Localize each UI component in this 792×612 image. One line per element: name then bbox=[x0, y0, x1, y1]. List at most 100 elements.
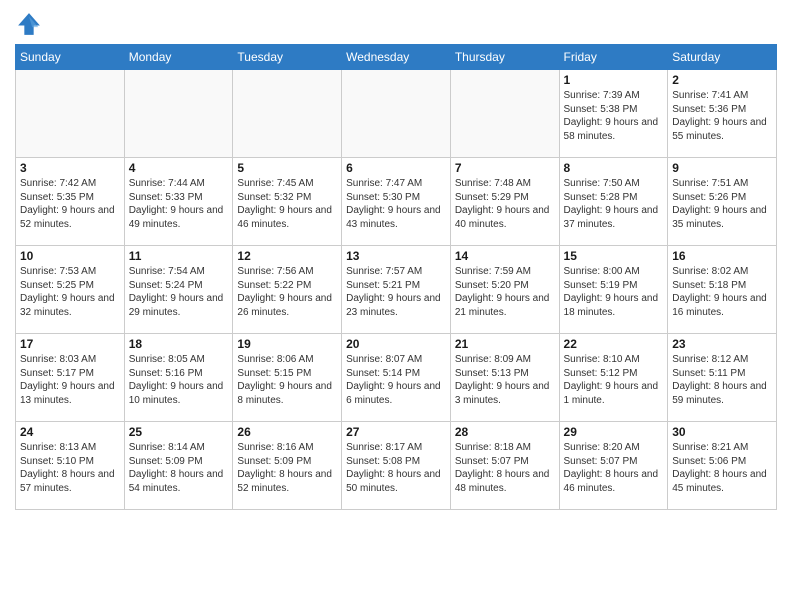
day-number: 21 bbox=[455, 337, 555, 351]
day-number: 2 bbox=[672, 73, 772, 87]
calendar-day-cell: 18 Sunrise: 8:05 AMSunset: 5:16 PMDayligh… bbox=[124, 334, 233, 422]
calendar-day-cell: 25 Sunrise: 8:14 AMSunset: 5:09 PMDayligh… bbox=[124, 422, 233, 510]
day-number: 16 bbox=[672, 249, 772, 263]
calendar-day-cell: 13 Sunrise: 7:57 AMSunset: 5:21 PMDayligh… bbox=[342, 246, 451, 334]
calendar-day-cell bbox=[233, 70, 342, 158]
weekday-header-wednesday: Wednesday bbox=[342, 45, 451, 70]
day-info: Sunrise: 7:56 AMSunset: 5:22 PMDaylight:… bbox=[237, 265, 337, 319]
calendar-day-cell: 10 Sunrise: 7:53 AMSunset: 5:25 PMDayligh… bbox=[16, 246, 125, 334]
calendar-day-cell: 14 Sunrise: 7:59 AMSunset: 5:20 PMDayligh… bbox=[450, 246, 559, 334]
day-info: Sunrise: 7:51 AMSunset: 5:26 PMDaylight:… bbox=[672, 177, 772, 231]
day-number: 19 bbox=[237, 337, 337, 351]
weekday-header-monday: Monday bbox=[124, 45, 233, 70]
calendar-week-row: 10 Sunrise: 7:53 AMSunset: 5:25 PMDayligh… bbox=[16, 246, 777, 334]
calendar-day-cell: 7Sunrise: 7:48 AMSunset: 5:29 PMDaylight… bbox=[450, 158, 559, 246]
calendar-day-cell: 20 Sunrise: 8:07 AMSunset: 5:14 PMDayligh… bbox=[342, 334, 451, 422]
calendar-day-cell: 24 Sunrise: 8:13 AMSunset: 5:10 PMDayligh… bbox=[16, 422, 125, 510]
day-number: 24 bbox=[20, 425, 120, 439]
day-info: Sunrise: 8:10 AMSunset: 5:12 PMDaylight:… bbox=[564, 353, 664, 407]
day-info: Sunrise: 8:18 AMSunset: 5:07 PMDaylight:… bbox=[455, 441, 555, 495]
calendar-day-cell: 5 Sunrise: 7:45 AMSunset: 5:32 PMDaylight… bbox=[233, 158, 342, 246]
day-info: Sunrise: 7:42 AMSunset: 5:35 PMDaylight:… bbox=[20, 177, 120, 231]
calendar-day-cell: 15Sunrise: 8:00 AMSunset: 5:19 PMDayligh… bbox=[559, 246, 668, 334]
day-number: 9 bbox=[672, 161, 772, 175]
calendar-day-cell: 1 Sunrise: 7:39 AMSunset: 5:38 PMDaylight… bbox=[559, 70, 668, 158]
day-number: 29 bbox=[564, 425, 664, 439]
calendar-day-cell: 8 Sunrise: 7:50 AMSunset: 5:28 PMDaylight… bbox=[559, 158, 668, 246]
calendar-day-cell: 12 Sunrise: 7:56 AMSunset: 5:22 PMDayligh… bbox=[233, 246, 342, 334]
day-number: 23 bbox=[672, 337, 772, 351]
day-info: Sunrise: 7:50 AMSunset: 5:28 PMDaylight:… bbox=[564, 177, 664, 231]
calendar-day-cell: 2Sunrise: 7:41 AMSunset: 5:36 PMDaylight… bbox=[668, 70, 777, 158]
calendar-day-cell: 17 Sunrise: 8:03 AMSunset: 5:17 PMDayligh… bbox=[16, 334, 125, 422]
day-number: 13 bbox=[346, 249, 446, 263]
day-info: Sunrise: 7:53 AMSunset: 5:25 PMDaylight:… bbox=[20, 265, 120, 319]
page: SundayMondayTuesdayWednesdayThursdayFrid… bbox=[0, 0, 792, 525]
day-info: Sunrise: 7:47 AMSunset: 5:30 PMDaylight:… bbox=[346, 177, 446, 231]
logo-icon bbox=[15, 10, 43, 38]
day-number: 14 bbox=[455, 249, 555, 263]
calendar-day-cell bbox=[124, 70, 233, 158]
day-number: 5 bbox=[237, 161, 337, 175]
calendar-day-cell: 30Sunrise: 8:21 AMSunset: 5:06 PMDayligh… bbox=[668, 422, 777, 510]
calendar-day-cell: 26 Sunrise: 8:16 AMSunset: 5:09 PMDayligh… bbox=[233, 422, 342, 510]
calendar-day-cell: 23 Sunrise: 8:12 AMSunset: 5:11 PMDayligh… bbox=[668, 334, 777, 422]
day-number: 10 bbox=[20, 249, 120, 263]
calendar-day-cell: 6 Sunrise: 7:47 AMSunset: 5:30 PMDaylight… bbox=[342, 158, 451, 246]
day-number: 27 bbox=[346, 425, 446, 439]
calendar-day-cell: 16Sunrise: 8:02 AMSunset: 5:18 PMDayligh… bbox=[668, 246, 777, 334]
day-info: Sunrise: 8:12 AMSunset: 5:11 PMDaylight:… bbox=[672, 353, 772, 407]
weekday-header-tuesday: Tuesday bbox=[233, 45, 342, 70]
day-info: Sunrise: 8:20 AMSunset: 5:07 PMDaylight:… bbox=[564, 441, 664, 495]
calendar-week-row: 17 Sunrise: 8:03 AMSunset: 5:17 PMDayligh… bbox=[16, 334, 777, 422]
day-info: Sunrise: 8:09 AMSunset: 5:13 PMDaylight:… bbox=[455, 353, 555, 407]
weekday-header-friday: Friday bbox=[559, 45, 668, 70]
day-info: Sunrise: 8:14 AMSunset: 5:09 PMDaylight:… bbox=[129, 441, 229, 495]
calendar-day-cell: 22 Sunrise: 8:10 AMSunset: 5:12 PMDayligh… bbox=[559, 334, 668, 422]
day-number: 17 bbox=[20, 337, 120, 351]
day-info: Sunrise: 7:39 AMSunset: 5:38 PMDaylight:… bbox=[564, 89, 664, 143]
day-info: Sunrise: 8:16 AMSunset: 5:09 PMDaylight:… bbox=[237, 441, 337, 495]
day-info: Sunrise: 7:44 AMSunset: 5:33 PMDaylight:… bbox=[129, 177, 229, 231]
day-number: 12 bbox=[237, 249, 337, 263]
calendar-day-cell: 27 Sunrise: 8:17 AMSunset: 5:08 PMDayligh… bbox=[342, 422, 451, 510]
weekday-header-thursday: Thursday bbox=[450, 45, 559, 70]
day-info: Sunrise: 8:03 AMSunset: 5:17 PMDaylight:… bbox=[20, 353, 120, 407]
day-number: 18 bbox=[129, 337, 229, 351]
day-info: Sunrise: 7:54 AMSunset: 5:24 PMDaylight:… bbox=[129, 265, 229, 319]
day-info: Sunrise: 8:05 AMSunset: 5:16 PMDaylight:… bbox=[129, 353, 229, 407]
day-number: 26 bbox=[237, 425, 337, 439]
day-info: Sunrise: 8:06 AMSunset: 5:15 PMDaylight:… bbox=[237, 353, 337, 407]
day-number: 11 bbox=[129, 249, 229, 263]
calendar-day-cell: 4Sunrise: 7:44 AMSunset: 5:33 PMDaylight… bbox=[124, 158, 233, 246]
calendar-day-cell: 9 Sunrise: 7:51 AMSunset: 5:26 PMDaylight… bbox=[668, 158, 777, 246]
calendar-day-cell bbox=[450, 70, 559, 158]
calendar-day-cell: 28 Sunrise: 8:18 AMSunset: 5:07 PMDayligh… bbox=[450, 422, 559, 510]
calendar-week-row: 24 Sunrise: 8:13 AMSunset: 5:10 PMDayligh… bbox=[16, 422, 777, 510]
calendar-day-cell: 3 Sunrise: 7:42 AMSunset: 5:35 PMDaylight… bbox=[16, 158, 125, 246]
day-number: 8 bbox=[564, 161, 664, 175]
day-number: 20 bbox=[346, 337, 446, 351]
day-number: 6 bbox=[346, 161, 446, 175]
day-info: Sunrise: 8:13 AMSunset: 5:10 PMDaylight:… bbox=[20, 441, 120, 495]
header bbox=[15, 10, 777, 38]
day-number: 28 bbox=[455, 425, 555, 439]
day-info: Sunrise: 7:48 AMSunset: 5:29 PMDaylight:… bbox=[455, 177, 555, 231]
calendar-header-row: SundayMondayTuesdayWednesdayThursdayFrid… bbox=[16, 45, 777, 70]
calendar-week-row: 3 Sunrise: 7:42 AMSunset: 5:35 PMDaylight… bbox=[16, 158, 777, 246]
day-info: Sunrise: 7:57 AMSunset: 5:21 PMDaylight:… bbox=[346, 265, 446, 319]
day-info: Sunrise: 7:59 AMSunset: 5:20 PMDaylight:… bbox=[455, 265, 555, 319]
day-info: Sunrise: 8:07 AMSunset: 5:14 PMDaylight:… bbox=[346, 353, 446, 407]
day-info: Sunrise: 8:17 AMSunset: 5:08 PMDaylight:… bbox=[346, 441, 446, 495]
day-info: Sunrise: 7:45 AMSunset: 5:32 PMDaylight:… bbox=[237, 177, 337, 231]
calendar-day-cell bbox=[16, 70, 125, 158]
day-number: 22 bbox=[564, 337, 664, 351]
day-number: 25 bbox=[129, 425, 229, 439]
calendar-table: SundayMondayTuesdayWednesdayThursdayFrid… bbox=[15, 44, 777, 510]
calendar-day-cell: 11 Sunrise: 7:54 AMSunset: 5:24 PMDayligh… bbox=[124, 246, 233, 334]
calendar-day-cell: 29 Sunrise: 8:20 AMSunset: 5:07 PMDayligh… bbox=[559, 422, 668, 510]
day-info: Sunrise: 8:21 AMSunset: 5:06 PMDaylight:… bbox=[672, 441, 772, 495]
day-number: 1 bbox=[564, 73, 664, 87]
weekday-header-saturday: Saturday bbox=[668, 45, 777, 70]
day-number: 3 bbox=[20, 161, 120, 175]
